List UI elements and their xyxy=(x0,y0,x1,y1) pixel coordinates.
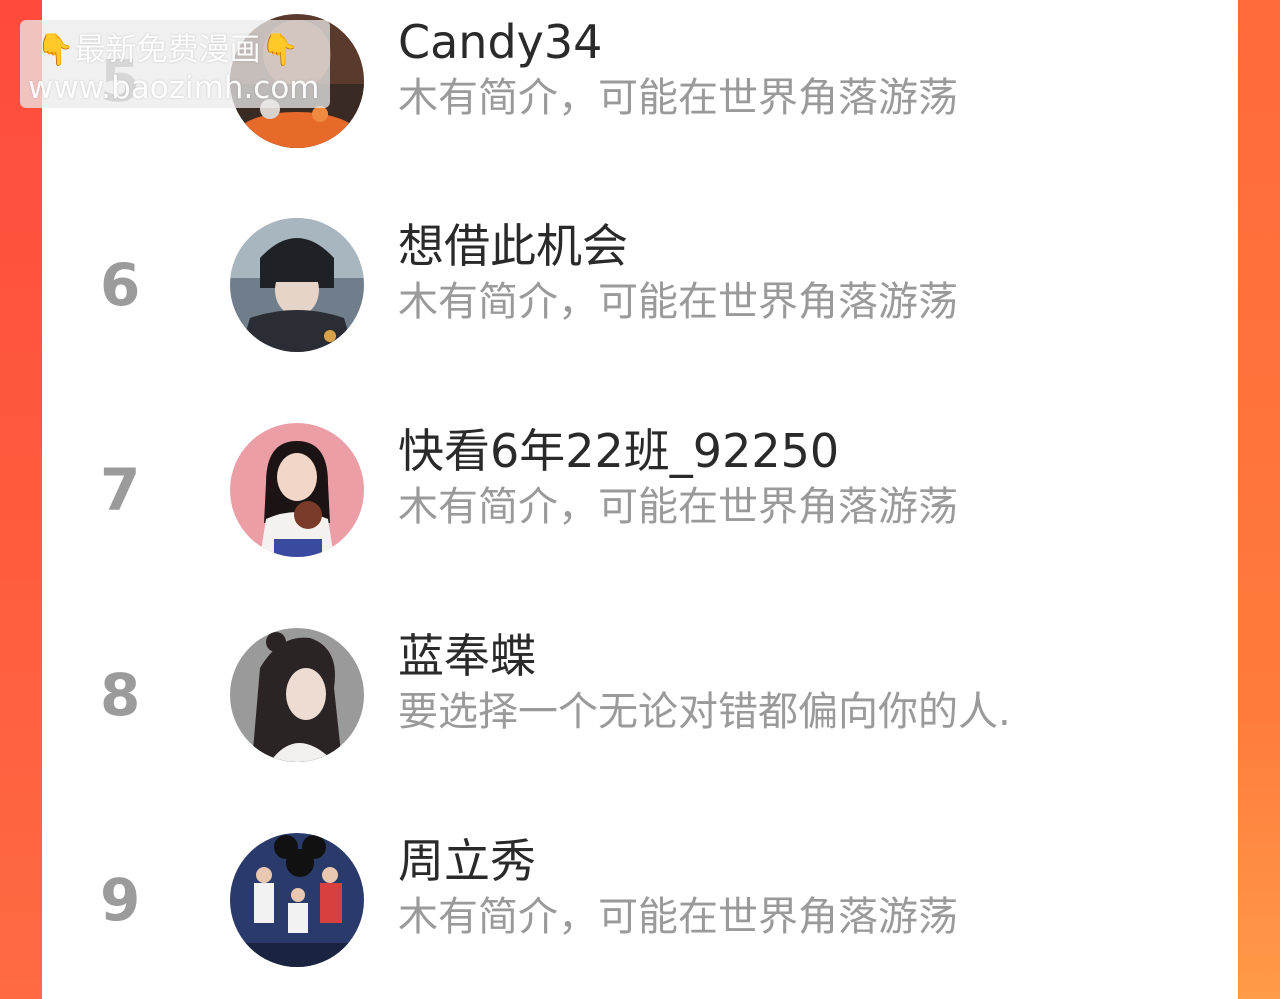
rank-number: 8 xyxy=(100,661,141,729)
user-name: 快看6年22班_92250 xyxy=(398,424,840,478)
pointing-down-icon: 👇 xyxy=(260,32,300,68)
leaderboard-row-6[interactable]: 6 想借此机会 木有简介，可能在世界角落游荡 xyxy=(42,214,1238,354)
user-bio: 要选择一个无论对错都偏向你的人. xyxy=(398,689,1011,735)
user-avatar-icon[interactable] xyxy=(230,833,364,967)
leaderboard-row-7[interactable]: 7 快看6年22班_92250 木有简介，可能在世界角落游荡 xyxy=(42,419,1238,559)
leaderboard-card: 5 Candy34 木有简介，可能在世界角落游荡 6 xyxy=(42,0,1238,999)
user-name: 蓝奉蝶 xyxy=(398,629,536,683)
user-avatar-icon[interactable] xyxy=(230,218,364,352)
user-name: 想借此机会 xyxy=(398,219,628,273)
watermark-text: 最新免费漫画 xyxy=(74,32,261,68)
user-bio: 木有简介，可能在世界角落游荡 xyxy=(398,75,958,121)
leaderboard-row-8[interactable]: 8 蓝奉蝶 要选择一个无论对错都偏向你的人. xyxy=(42,624,1238,764)
rank-number: 9 xyxy=(100,866,141,934)
rank-number: 6 xyxy=(100,251,141,319)
site-watermark: 👇最新免费漫画👇 www.baozimh.com xyxy=(20,20,330,108)
right-frame-border xyxy=(1238,0,1280,999)
watermark-url: www.baozimh.com xyxy=(28,70,320,106)
user-name: 周立秀 xyxy=(398,834,536,888)
pointing-down-icon: 👇 xyxy=(36,32,75,68)
rank-number: 7 xyxy=(100,456,141,524)
user-avatar-icon[interactable] xyxy=(230,628,364,762)
left-frame-border xyxy=(0,0,42,999)
watermark-title: 👇最新免费漫画👇 xyxy=(36,30,299,70)
user-avatar-icon[interactable] xyxy=(230,423,364,557)
user-bio: 木有简介，可能在世界角落游荡 xyxy=(398,484,958,530)
user-bio: 木有简介，可能在世界角落游荡 xyxy=(398,894,958,940)
user-bio: 木有简介，可能在世界角落游荡 xyxy=(398,279,958,325)
user-name: Candy34 xyxy=(398,15,603,69)
leaderboard-row-9[interactable]: 9 周立秀 木有简介，可能在世界角落游荡 xyxy=(42,829,1238,969)
